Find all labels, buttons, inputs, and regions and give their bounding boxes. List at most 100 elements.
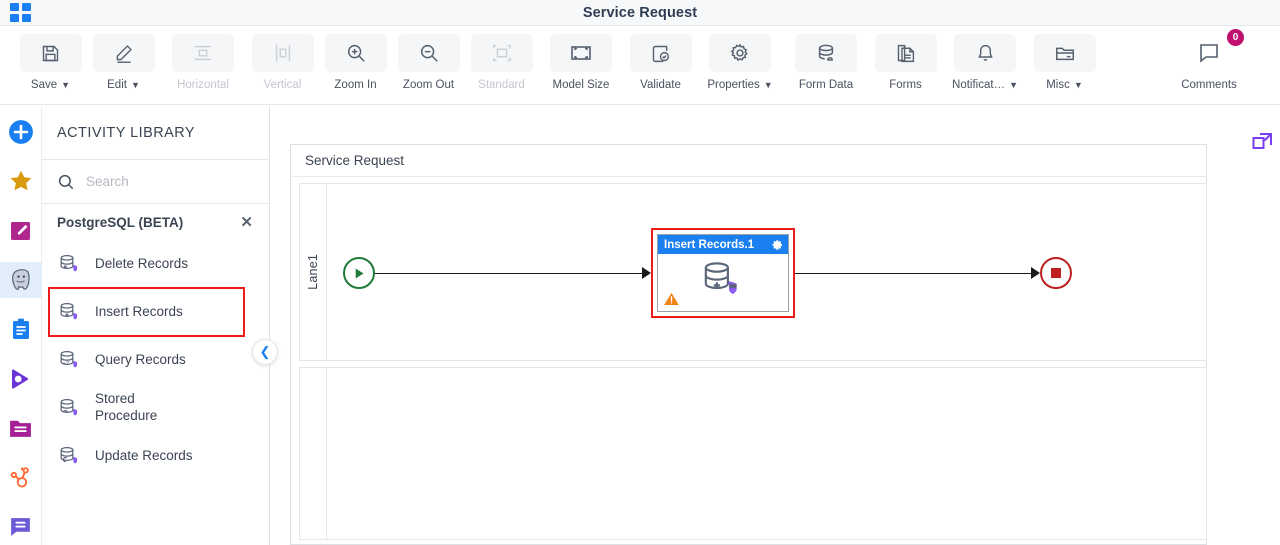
label-text: Properties (707, 79, 760, 91)
forms-icon (874, 34, 937, 72)
rail-item-folder[interactable] (0, 410, 42, 446)
toolbar-button-notifications[interactable]: Notificat… ▼ (942, 31, 1028, 91)
activity-item-stored-procedure[interactable]: Stored Procedure (42, 384, 269, 432)
rail-item-postgresql[interactable] (0, 261, 42, 299)
warning-icon[interactable] (663, 291, 680, 307)
end-event-node[interactable] (1040, 257, 1072, 289)
toolbar-label-notifications: Notificat… ▼ (952, 79, 1018, 91)
horizontal-align-icon (172, 34, 234, 72)
panel-collapse-button[interactable]: ❮ (252, 339, 278, 365)
search-icon (58, 174, 74, 189)
label-text: Edit (107, 79, 127, 91)
diagram-canvas[interactable]: Service Request Lane1 Insert Records.1 (270, 106, 1280, 545)
toolbar-button-edit[interactable]: Edit ▼ (87, 31, 160, 91)
standard-size-icon (470, 34, 533, 72)
lane-header-1[interactable]: Lane1 (299, 183, 327, 361)
misc-folder-icon (1033, 34, 1096, 72)
toolbar-label-vertical: Vertical (263, 79, 302, 91)
rail-item-favorites[interactable] (0, 163, 42, 199)
chevron-down-icon: ▼ (130, 79, 140, 90)
toolbar-label-zoom-in: Zoom In (334, 79, 377, 91)
toolbar-label-horizontal: Horizontal (177, 79, 229, 91)
diagram-frame: Service Request Lane1 (290, 144, 1207, 545)
lane-label: Lane1 (306, 254, 320, 290)
activity-label: Delete Records (95, 255, 189, 271)
close-icon[interactable]: ✕ (240, 215, 253, 230)
toolbar-label-properties: Properties ▼ (707, 79, 772, 91)
chevron-down-icon: ▼ (61, 79, 71, 90)
activity-label: Query Records (95, 351, 186, 367)
search-input[interactable] (86, 174, 236, 189)
rail-item-activecampaign[interactable] (0, 361, 42, 397)
add-icon (8, 120, 33, 145)
page-title: Service Request (582, 4, 698, 21)
toolbar-button-forms[interactable]: Forms (869, 31, 942, 91)
pencil-icon (92, 34, 155, 72)
rail-item-messages[interactable] (0, 509, 42, 545)
rail-item-hubspot[interactable] (0, 459, 42, 495)
activity-item-delete-records[interactable]: Delete Records (42, 240, 269, 288)
toolbar-button-misc[interactable]: Misc ▼ (1028, 31, 1101, 91)
rail-item-edit[interactable] (0, 213, 42, 249)
db-insert-icon (60, 302, 78, 319)
task-header: Insert Records.1 (658, 235, 788, 254)
lane-header-2[interactable] (299, 367, 327, 540)
zoom-in-icon (324, 34, 387, 72)
message-icon (11, 518, 30, 537)
label-text: Notificat… (952, 79, 1006, 91)
validate-icon (629, 34, 692, 72)
lane-body-2[interactable] (299, 367, 1207, 540)
activity-item-update-records[interactable]: Update Records (42, 432, 269, 480)
toolbar-label-edit: Edit ▼ (107, 79, 140, 91)
toolbar-button-standard[interactable]: Standard (465, 31, 538, 91)
toolbar-button-horizontal[interactable]: Horizontal (160, 31, 246, 91)
search-row[interactable] (42, 160, 269, 204)
activity-label: Stored Procedure (95, 391, 158, 423)
chevron-down-icon: ▼ (763, 79, 773, 90)
vertical-align-icon (251, 34, 314, 72)
toolbar-label-comments: Comments (1181, 79, 1237, 91)
rail-item-add[interactable] (0, 114, 42, 150)
folder-icon (10, 420, 31, 437)
task-title: Insert Records.1 (664, 238, 755, 251)
expand-icon (1252, 133, 1272, 149)
db-delete-icon (60, 254, 78, 271)
activity-item-insert-records[interactable]: Insert Records (48, 287, 245, 337)
db-update-icon (60, 446, 78, 463)
activity-label: Update Records (95, 447, 193, 463)
toolbar-button-vertical[interactable]: Vertical (246, 31, 319, 91)
activecampaign-icon (11, 369, 28, 389)
db-insert-icon (704, 262, 737, 295)
insert-records-task-node[interactable]: Insert Records.1 (651, 228, 795, 318)
db-stored-procedure-icon (60, 398, 78, 415)
rail-item-clipboard[interactable] (0, 311, 42, 347)
gear-icon[interactable] (771, 239, 783, 251)
label-text: Misc (1046, 79, 1070, 91)
toolbar-label-zoom-out: Zoom Out (402, 79, 455, 91)
gear-icon (709, 34, 771, 72)
toolbar-button-zoom-in[interactable]: Zoom In (319, 31, 392, 91)
toolbar-button-comments[interactable]: 0 Comments (1166, 29, 1252, 91)
chevron-down-icon: ▼ (1073, 79, 1083, 90)
play-icon (355, 268, 364, 278)
toolbar-button-model-size[interactable]: Model Size (538, 31, 624, 91)
edit-square-icon (10, 221, 30, 240)
save-icon (19, 34, 82, 72)
toolbar-label-misc: Misc ▼ (1046, 79, 1083, 91)
expand-canvas-button[interactable] (1251, 130, 1275, 154)
toolbar-button-save[interactable]: Save ▼ (14, 31, 87, 91)
left-icon-rail (0, 106, 42, 545)
toolbar-button-form-data[interactable]: Form Data (783, 31, 869, 91)
activity-group-header[interactable]: PostgreSQL (BETA) ✕ (42, 204, 269, 240)
toolbar-button-validate[interactable]: Validate (624, 31, 697, 91)
toolbar-button-properties[interactable]: Properties ▼ (697, 31, 783, 91)
task-box: Insert Records.1 (657, 234, 789, 312)
activity-item-query-records[interactable]: +? Query Records (42, 336, 269, 384)
start-event-node[interactable] (343, 257, 375, 289)
toolbar-button-zoom-out[interactable]: Zoom Out (392, 31, 465, 91)
hubspot-icon (10, 467, 29, 488)
app-grid-icon[interactable] (10, 3, 32, 23)
main-toolbar: Save ▼ Edit ▼ Horizontal Vertical Zoom I… (0, 26, 1280, 105)
clipboard-icon (12, 319, 29, 340)
label-text: Save (30, 79, 58, 91)
